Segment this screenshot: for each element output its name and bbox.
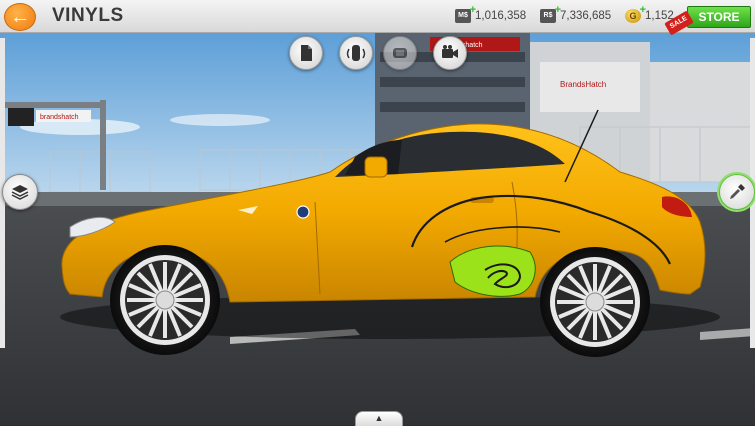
top-bar: ← VINYLS M$ + 1,016,358 R$ + 7,336,685 G… xyxy=(0,0,755,36)
back-arrow-icon: ← xyxy=(10,6,30,28)
eyedropper-icon xyxy=(730,184,745,199)
store-button[interactable]: STORE xyxy=(687,6,751,28)
garage-scene: BrandsHatch brandshatch brandshatch xyxy=(0,32,755,425)
currency-value: 1,016,358 xyxy=(475,10,527,22)
document-view-button[interactable] xyxy=(289,36,323,70)
front-wheel xyxy=(110,245,220,355)
camera-view-button[interactable] xyxy=(433,36,467,70)
top-view-button[interactable] xyxy=(383,36,417,70)
car-rotate-icon xyxy=(346,45,366,61)
add-icon: + xyxy=(469,4,476,16)
layers-button[interactable] xyxy=(2,174,38,210)
layers-icon xyxy=(11,185,29,200)
car-top-icon xyxy=(393,48,407,58)
expand-panel-tab[interactable]: ▲ xyxy=(355,411,403,426)
add-icon: + xyxy=(554,4,561,16)
document-icon xyxy=(301,45,312,61)
currency-ms-gold[interactable]: M$ + 1,016,358 xyxy=(455,4,527,25)
gold-coin-icon: G + xyxy=(625,4,646,23)
color-picker-button[interactable] xyxy=(719,174,755,210)
rotate-view-button[interactable] xyxy=(339,36,373,70)
back-button[interactable]: ← xyxy=(4,3,36,31)
svg-text:BrandsHatch: BrandsHatch xyxy=(560,80,606,89)
video-camera-icon xyxy=(442,45,458,58)
page-title: VINYLS xyxy=(52,5,124,26)
rear-wheel xyxy=(540,247,650,357)
add-icon: + xyxy=(639,4,646,16)
chevron-up-icon: ▲ xyxy=(374,413,384,423)
ms-gold-icon: M$ + xyxy=(455,4,476,23)
rs-cash-icon: R$ + xyxy=(540,4,561,23)
currency-value: 7,336,685 xyxy=(560,10,612,22)
currency-rs-cash[interactable]: R$ + 7,336,685 xyxy=(540,4,612,25)
svg-text:brandshatch: brandshatch xyxy=(40,114,79,121)
